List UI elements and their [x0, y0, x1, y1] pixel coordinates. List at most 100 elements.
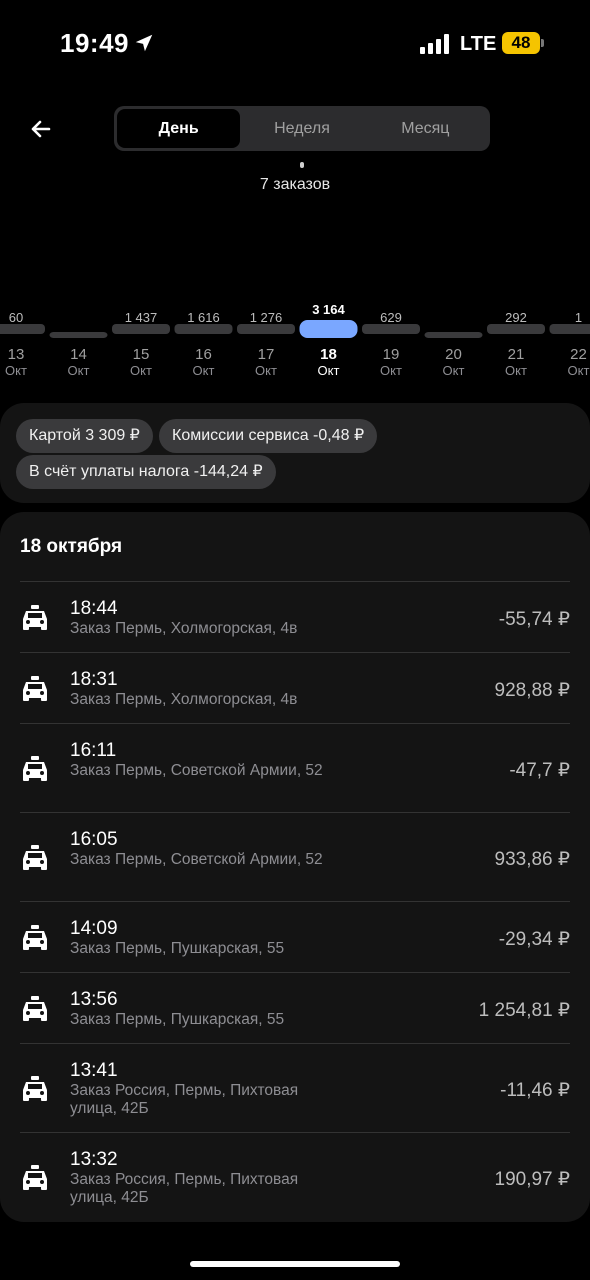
chart-tick-label: 14 — [70, 346, 87, 363]
battery-tip — [541, 39, 544, 47]
order-row[interactable]: 13:41 Заказ Россия, Пермь, Пихтовая улиц… — [20, 1043, 570, 1132]
order-time: 14:09 — [70, 918, 118, 939]
chip-service-commission[interactable]: Комиссии сервиса -0,48 ₽ — [159, 419, 378, 453]
orders-date-title: 18 октября — [20, 536, 123, 557]
chart-tick-label: 19 — [383, 346, 400, 363]
orders-card: 18 октября 18:44 Заказ Пермь, Холмогорск… — [0, 512, 590, 1222]
chart-month-label: Окт — [68, 363, 90, 378]
tab-week[interactable]: Неделя — [240, 109, 363, 148]
order-address: Заказ Пермь, Пушкарская, 55 — [70, 1011, 285, 1028]
back-button[interactable] — [22, 110, 60, 148]
status-time: 19:49 — [60, 28, 129, 58]
chart-bar — [174, 324, 233, 334]
order-row[interactable]: 18:44 Заказ Пермь, Холмогорская, 4в -55,… — [20, 581, 570, 652]
chart-bar — [487, 324, 545, 334]
chip-tax-payment[interactable]: В счёт уплаты налога -144,24 ₽ — [16, 455, 276, 489]
order-amount: 190,97 ₽ — [494, 1169, 570, 1190]
location-arrow-icon — [135, 34, 153, 52]
chart-month-label: Окт — [255, 363, 277, 378]
orders-count: 7 заказов — [259, 176, 331, 193]
order-amount: -47,7 ₽ — [509, 760, 570, 781]
period-segmented-control: День Неделя Месяц — [114, 106, 490, 151]
order-time: 16:05 — [70, 829, 118, 850]
chart-tick-label: 18 — [320, 346, 337, 363]
chart-tick-label: 17 — [258, 346, 275, 363]
taxi-car-icon — [20, 1076, 50, 1102]
home-indicator[interactable] — [190, 1261, 400, 1267]
chart-value-label: 60 — [9, 310, 23, 325]
network-type-label: LTE — [460, 33, 497, 55]
order-address: Заказ Пермь, Холмогорская, 4в — [70, 691, 298, 708]
order-time: 18:31 — [70, 669, 118, 690]
order-amount: -11,46 ₽ — [500, 1080, 570, 1101]
chart-tick-label: 13 — [8, 346, 25, 363]
order-row[interactable]: 13:56 Заказ Пермь, Пушкарская, 55 1 254,… — [20, 972, 570, 1043]
order-amount: -55,74 ₽ — [498, 609, 570, 630]
order-address: Заказ Пермь, Советской Армии, 52 — [70, 851, 323, 868]
chart-bar — [362, 324, 420, 334]
order-address: Заказ Россия, Пермь, Пихтовая улица, 42Б — [70, 1171, 299, 1206]
chart-value-label: 1 — [575, 310, 582, 325]
taxi-car-icon — [20, 845, 50, 871]
chart-svg: 6013Окт14Окт1 43715Окт1 61616Окт1 27617О… — [0, 302, 590, 378]
chart-value-label: 3 164 — [312, 302, 345, 317]
order-time: 16:11 — [70, 740, 117, 761]
order-row[interactable]: 16:05 Заказ Пермь, Советской Армии, 52 9… — [20, 812, 570, 901]
taxi-car-icon — [20, 756, 50, 782]
chart-tick-label: 22 — [570, 346, 587, 363]
order-time: 13:41 — [70, 1060, 118, 1081]
order-row[interactable]: 13:32 Заказ Россия, Пермь, Пихтовая улиц… — [20, 1132, 570, 1221]
chart-tick-label: 21 — [508, 346, 525, 363]
chart-value-label: 1 276 — [250, 310, 283, 325]
tab-day[interactable]: День — [117, 109, 241, 148]
chart-month-label: Окт — [318, 363, 340, 378]
order-row[interactable]: 18:31 Заказ Пермь, Холмогорская, 4в 928,… — [20, 652, 570, 723]
order-address: Заказ Пермь, Советской Армии, 52 — [70, 762, 323, 779]
chart-month-label: Окт — [130, 363, 152, 378]
summary-card: Картой 3 309 ₽ Комиссии сервиса -0,48 ₽ … — [0, 403, 590, 503]
order-amount: -29,34 ₽ — [498, 929, 570, 950]
chart-bar — [299, 320, 358, 338]
chart-bar — [0, 324, 45, 334]
order-amount: 1 254,81 ₽ — [478, 1000, 570, 1021]
taxi-car-icon — [20, 996, 50, 1022]
chart-value-label: 629 — [380, 310, 402, 325]
chart-month-label: Окт — [380, 363, 402, 378]
chart-bar — [112, 324, 170, 334]
taxi-car-icon — [20, 925, 50, 951]
tab-month[interactable]: Месяц — [364, 109, 487, 148]
chart-tick-label: 15 — [133, 346, 150, 363]
chart-value-label: 1 616 — [187, 310, 220, 325]
order-amount: 933,86 ₽ — [494, 849, 570, 870]
order-time: 13:56 — [70, 989, 118, 1010]
order-address: Заказ Пермь, Холмогорская, 4в — [70, 620, 298, 637]
chart-tick-label: 20 — [445, 346, 462, 363]
taxi-car-icon — [20, 676, 50, 702]
chart-bar — [49, 332, 108, 338]
chart-month-label: Окт — [505, 363, 527, 378]
order-row[interactable]: 16:11 Заказ Пермь, Советской Армии, 52 -… — [20, 723, 570, 812]
chart-bar — [549, 324, 590, 334]
order-address: Заказ Пермь, Пушкарская, 55 — [70, 940, 285, 957]
chart-month-label: Окт — [5, 363, 27, 378]
taxi-car-icon — [20, 605, 50, 631]
back-arrow-icon — [31, 120, 51, 138]
chart-value-label: 1 437 — [125, 310, 158, 325]
order-amount: 928,88 ₽ — [494, 680, 570, 701]
order-time: 13:32 — [70, 1149, 118, 1170]
chart-bar — [424, 332, 483, 338]
daily-earnings-chart[interactable]: 60 13 Окт 14 Окт 1 437 15 Окт 1 616 16 Окт 1 276 17 О… — [0, 296, 590, 396]
taxi-car-icon — [20, 1165, 50, 1191]
chart-month-label: Окт — [193, 363, 215, 378]
cellular-signal-icon — [420, 34, 449, 54]
status-bar: 19:49 LTE 48 — [0, 0, 590, 90]
chart-value-label: 292 — [505, 310, 527, 325]
clipped-heading-fragment — [300, 162, 304, 168]
chart-tick-label: 16 — [195, 346, 212, 363]
chart-month-label: Окт — [443, 363, 465, 378]
chip-card-payment[interactable]: Картой 3 309 ₽ — [16, 419, 153, 453]
order-time: 18:44 — [70, 598, 118, 619]
chart-month-label: Окт — [568, 363, 590, 378]
battery-icon: 48 — [502, 32, 540, 54]
order-row[interactable]: 14:09 Заказ Пермь, Пушкарская, 55 -29,34… — [20, 901, 570, 972]
